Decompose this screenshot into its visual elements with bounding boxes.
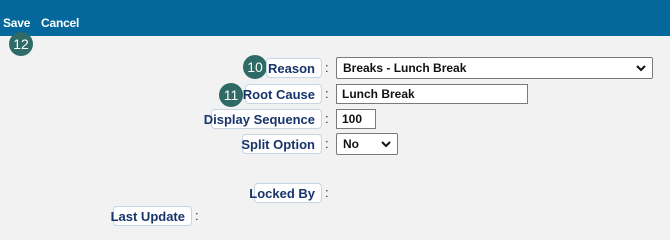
- reason-label: Reason: [266, 58, 322, 78]
- locked-by-label: Locked By: [249, 183, 322, 203]
- root-cause-label: Root Cause: [243, 84, 322, 104]
- split-option-selected-value: No: [343, 137, 359, 151]
- display-sequence-label: Display Sequence: [204, 109, 322, 129]
- display-sequence-colon: :: [325, 111, 329, 126]
- split-option-select[interactable]: No: [336, 133, 398, 155]
- chevron-down-icon: [381, 141, 391, 148]
- root-cause-step-badge: 11: [219, 83, 243, 107]
- display-sequence-input[interactable]: 100: [336, 109, 376, 129]
- last-update-colon: :: [195, 208, 199, 223]
- reason-colon: :: [325, 60, 329, 75]
- top-toolbar: Save Cancel: [0, 0, 670, 36]
- locked-by-colon: :: [325, 185, 329, 200]
- cancel-button[interactable]: Cancel: [41, 16, 79, 30]
- reason-step-badge: 10: [243, 55, 267, 79]
- reason-select[interactable]: Breaks - Lunch Break: [336, 57, 653, 79]
- split-option-colon: :: [325, 136, 329, 151]
- chevron-down-icon: [636, 65, 646, 72]
- split-option-label: Split Option: [241, 134, 322, 154]
- root-cause-colon: :: [325, 86, 329, 101]
- save-step-badge: 12: [9, 32, 33, 56]
- reason-selected-value: Breaks - Lunch Break: [343, 61, 467, 75]
- save-button[interactable]: Save: [3, 16, 30, 30]
- root-cause-input[interactable]: Lunch Break: [336, 84, 528, 104]
- last-update-label: Last Update: [111, 206, 192, 226]
